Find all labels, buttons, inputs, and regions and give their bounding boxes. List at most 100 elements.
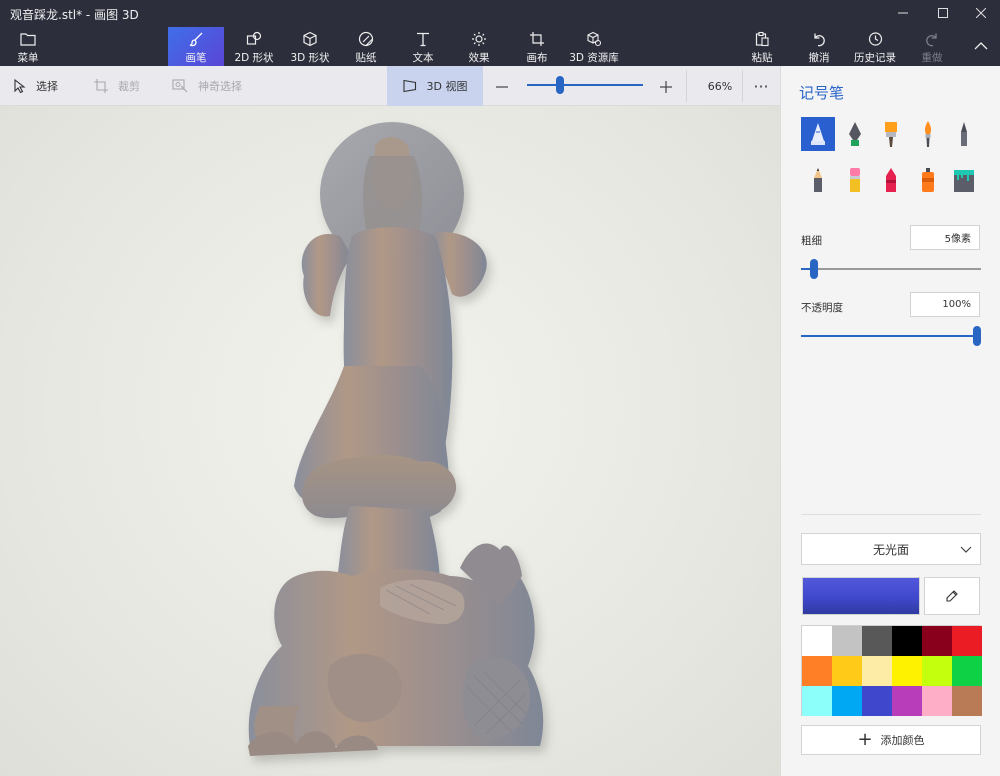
history-button[interactable]: 历史记录	[848, 27, 902, 66]
fill-bucket-icon	[954, 170, 974, 192]
brush-pixel-pen[interactable]	[947, 117, 981, 151]
pixel-pen-icon	[961, 122, 967, 146]
crayon-icon	[886, 168, 896, 192]
calligraphy-pen-icon	[849, 122, 861, 146]
thickness-slider-track[interactable]	[801, 268, 981, 270]
minus-icon	[496, 86, 508, 88]
select-button[interactable]: 选择	[14, 66, 58, 106]
color-swatch[interactable]	[802, 686, 832, 716]
color-swatch[interactable]	[862, 626, 892, 656]
brush-properties-panel: 记号笔 粗细 5像素 不透明度 100% 无光面 + 添加颜色	[780, 66, 1000, 776]
color-swatch[interactable]	[892, 626, 922, 656]
pencil-icon	[814, 168, 822, 192]
view-3d-toggle[interactable]: 3D 视图	[387, 66, 483, 106]
color-swatch[interactable]	[952, 626, 982, 656]
color-swatch[interactable]	[832, 626, 862, 656]
color-swatch[interactable]	[922, 686, 952, 716]
chevron-up-icon	[974, 37, 988, 55]
brush-calligraphy-pen[interactable]	[838, 117, 872, 151]
tab-3d-library[interactable]: 3D 资源库	[566, 27, 622, 66]
magic-select-icon	[172, 79, 188, 93]
redo-icon	[924, 30, 940, 48]
tool-options-bar: 选择 裁剪 神奇选择 3D 视图	[0, 66, 780, 106]
crop-button[interactable]: 裁剪	[94, 66, 140, 106]
color-swatch[interactable]	[892, 656, 922, 686]
more-options-button[interactable]: ···	[748, 66, 774, 106]
opacity-slider-thumb[interactable]	[973, 326, 981, 346]
color-swatch[interactable]	[952, 656, 982, 686]
color-swatch[interactable]	[802, 656, 832, 686]
menu-label: 菜单	[17, 52, 39, 64]
tab-2d-shapes[interactable]: 2D 形状	[228, 27, 280, 66]
tab-canvas-label: 画布	[526, 52, 548, 64]
tab-canvas[interactable]: 画布	[514, 27, 560, 66]
zoom-in-button[interactable]	[657, 78, 675, 96]
zoom-slider-thumb[interactable]	[556, 76, 565, 94]
collapse-ribbon-button[interactable]	[966, 27, 996, 66]
undo-button[interactable]: 撤消	[798, 27, 840, 66]
redo-label: 重做	[921, 52, 943, 64]
undo-label: 撤消	[808, 52, 830, 64]
brush-marker[interactable]	[801, 117, 835, 151]
chevron-down-icon	[960, 546, 972, 553]
zoom-out-button[interactable]	[493, 78, 511, 96]
thickness-slider-thumb[interactable]	[809, 259, 818, 279]
brush-watercolor[interactable]	[911, 117, 945, 151]
marker-icon	[811, 123, 825, 145]
shapes-2d-icon	[246, 30, 262, 48]
thickness-input[interactable]: 5像素	[910, 225, 980, 250]
view-3d-label: 3D 视图	[426, 80, 468, 93]
color-swatch[interactable]	[802, 626, 832, 656]
canvas-area[interactable]	[0, 106, 780, 776]
color-swatch[interactable]	[922, 626, 952, 656]
paste-button[interactable]: 粘贴	[740, 27, 784, 66]
thickness-label: 粗细	[801, 235, 822, 247]
zoom-percent[interactable]: 66%	[700, 66, 740, 106]
paste-label: 粘贴	[751, 52, 773, 64]
current-color-swatch[interactable]	[802, 577, 920, 615]
tab-brushes-label: 画笔	[185, 52, 207, 64]
window-title: 观音踩龙.stl* - 画图 3D	[10, 8, 139, 22]
spray-can-icon	[922, 168, 934, 192]
color-swatch[interactable]	[832, 656, 862, 686]
canvas-icon	[529, 30, 545, 48]
brush-crayon[interactable]	[874, 163, 908, 197]
tab-text[interactable]: 文本	[400, 27, 446, 66]
color-swatch[interactable]	[892, 686, 922, 716]
guanyin-dragon-3d-model[interactable]	[0, 106, 780, 776]
close-icon	[976, 8, 986, 18]
opacity-slider-track[interactable]	[801, 335, 981, 337]
brush-eraser[interactable]	[838, 163, 872, 197]
eyedropper-button[interactable]	[924, 577, 980, 615]
zoom-slider-track[interactable]	[527, 84, 643, 86]
add-color-button[interactable]: + 添加颜色	[801, 725, 981, 755]
color-swatch[interactable]	[832, 686, 862, 716]
color-swatch[interactable]	[952, 686, 982, 716]
magic-select-button[interactable]: 神奇选择	[172, 66, 242, 106]
redo-button[interactable]: 重做	[912, 27, 952, 66]
toolbar-divider	[742, 70, 743, 102]
tab-stickers-label: 贴纸	[355, 52, 377, 64]
view-3d-icon	[402, 79, 416, 93]
brush-oil[interactable]	[874, 117, 908, 151]
color-swatch[interactable]	[922, 656, 952, 686]
finish-dropdown[interactable]: 无光面	[801, 533, 981, 565]
panel-divider	[801, 514, 981, 515]
tab-stickers[interactable]: 贴纸	[342, 27, 390, 66]
tab-effects[interactable]: 效果	[456, 27, 502, 66]
brush-fill[interactable]	[947, 163, 981, 197]
close-button[interactable]	[958, 0, 1000, 26]
folder-icon	[20, 30, 36, 48]
tab-brushes[interactable]: 画笔	[168, 27, 224, 66]
color-swatch[interactable]	[862, 686, 892, 716]
tab-effects-label: 效果	[468, 52, 490, 64]
menu-button[interactable]: 菜单	[4, 27, 52, 66]
brush-spray-can[interactable]	[911, 163, 945, 197]
opacity-input[interactable]: 100%	[910, 292, 980, 317]
history-label: 历史记录	[854, 52, 896, 64]
oil-brush-icon	[885, 122, 897, 147]
select-label: 选择	[36, 80, 58, 93]
color-swatch[interactable]	[862, 656, 892, 686]
tab-3d-shapes[interactable]: 3D 形状	[284, 27, 336, 66]
brush-pencil[interactable]	[801, 163, 835, 197]
